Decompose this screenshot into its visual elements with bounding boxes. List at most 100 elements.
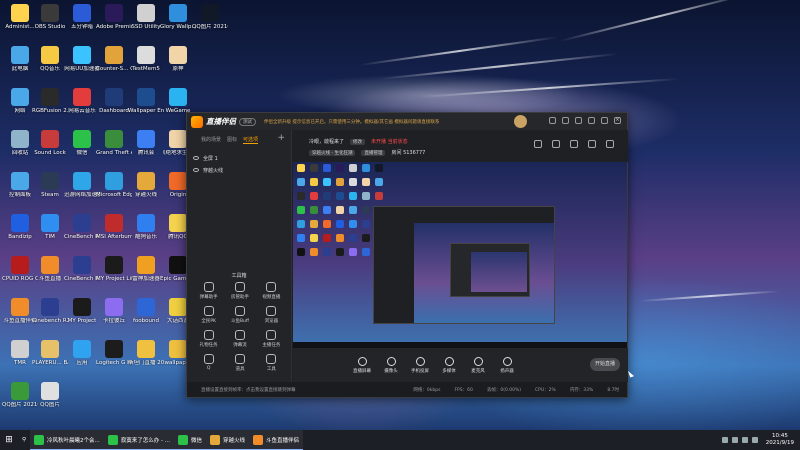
desktop-icon[interactable]: 穿越火线 <box>128 172 164 199</box>
start-live-button[interactable]: 开始直播 <box>590 358 620 371</box>
toolbox-item[interactable]: 礼物任务 <box>193 330 224 348</box>
toolbox-item[interactable]: 道具 <box>224 354 255 372</box>
desktop-icon[interactable]: 应用 <box>64 340 100 367</box>
desktop-icon[interactable]: MY Project Lifehunk <box>96 256 132 283</box>
desktop-icon[interactable]: Grand Theft Auto V <box>96 130 132 157</box>
taskbar-item[interactable]: 冷风秋叶晨曦2个会... <box>30 430 104 450</box>
desktop-icon[interactable]: Microsoft Edge <box>96 172 132 199</box>
toolbox-item[interactable]: 弹幕助手 <box>193 282 224 300</box>
notice-banner[interactable]: 伴侣全新升级 提示信息已开启，只需使用三分钟。模拟器/其它画 模拟器问题请直接联… <box>264 119 439 125</box>
desktop-icon[interactable]: TIM <box>32 214 68 241</box>
bell-icon[interactable] <box>588 140 596 148</box>
tab-options[interactable]: 可选项 <box>243 136 259 144</box>
desktop-icon[interactable]: Steam <box>32 172 68 199</box>
desktop-icon[interactable]: OBS Studio <box>32 4 68 31</box>
desktop-icon[interactable]: Sound Lock <box>32 130 68 157</box>
desktop-icon[interactable]: 微信 <box>64 130 100 157</box>
gift-icon[interactable] <box>570 140 578 148</box>
taskbar-item[interactable]: 寂寞来了怎么办 - ... <box>103 430 175 450</box>
toolbox-item[interactable]: 视频直播 <box>256 282 287 300</box>
toolbox-item[interactable]: 房管助手 <box>224 282 255 300</box>
streaming-app-window[interactable]: 直播伴侣 测试 伴侣全新升级 提示信息已开启，只需使用三分钟。模拟器/其它画 模… <box>186 112 628 398</box>
toolbox-item[interactable]: 主播任务 <box>256 330 287 348</box>
stream-preview[interactable] <box>293 162 627 348</box>
toolbox-item[interactable]: Q <box>193 354 224 372</box>
source-item[interactable]: 穿越火线 <box>187 164 291 176</box>
source-toolbar-button[interactable]: 麦克风 <box>465 356 491 374</box>
desktop-icon[interactable]: Logitech G HUB <box>96 340 132 367</box>
taskbar-item[interactable]: 斗鱼直播伴侣 <box>249 430 304 450</box>
windows-start-icon[interactable]: ⊞ <box>0 430 18 450</box>
volume-icon[interactable] <box>751 437 758 443</box>
clock[interactable]: 10:45 2021/9/19 <box>766 433 794 447</box>
desktop-icon[interactable]: 雷神加速器 <box>128 256 164 283</box>
category-selector[interactable]: 穿越火线 - 生化狂潮 <box>309 149 356 156</box>
desktop-icon[interactable]: 腾讯会 <box>128 130 164 157</box>
toolbox-item[interactable]: 全民PK <box>193 306 224 324</box>
desktop-icon[interactable]: 酷狗音乐 <box>128 214 164 241</box>
desktop-icon[interactable]: 斯坦门直播 2021 <box>128 340 164 367</box>
avatar[interactable] <box>514 115 527 128</box>
message-icon[interactable] <box>562 117 569 124</box>
add-scene-button[interactable]: + <box>277 133 285 143</box>
desktop-icon[interactable]: TestMem5 <box>128 46 164 73</box>
taskbar-item[interactable]: 微信 <box>174 430 207 450</box>
desktop-icon[interactable]: RGBFusion 2.0 <box>32 88 68 115</box>
desktop-icon[interactable]: Dashboard <box>96 88 132 115</box>
edit-button[interactable]: 修改 <box>350 138 366 145</box>
desktop-icon[interactable]: 卡拉彼丘 <box>96 298 132 325</box>
desktop-icon[interactable]: WeGame <box>160 88 196 115</box>
desktop-icon[interactable]: QQ图片 20210919... <box>192 4 228 31</box>
close-icon[interactable]: × <box>614 117 621 124</box>
desktop-icon[interactable]: 五分钟暗 <box>64 4 100 31</box>
network-icon[interactable] <box>741 437 748 443</box>
source-toolbar-button[interactable]: 手机投屏 <box>407 356 433 374</box>
share-icon[interactable] <box>534 140 542 148</box>
desktop-icon[interactable]: QQ音乐 <box>32 46 68 73</box>
desktop-icon[interactable]: Glory Wallp... <box>160 4 196 31</box>
source-toolbar-button[interactable]: 摄像头 <box>378 356 404 374</box>
minimize-icon[interactable] <box>588 117 595 124</box>
toolbox-item[interactable]: 斗鱼Buff <box>224 306 255 324</box>
toolbox-item[interactable]: 弹幕流 <box>224 330 255 348</box>
wechat-tray-icon[interactable] <box>731 437 738 443</box>
version-badge[interactable]: 测试 <box>239 117 256 126</box>
toolbox-item[interactable]: 工具 <box>256 354 287 372</box>
source-toolbar-button[interactable]: 多媒体 <box>436 356 462 374</box>
chevron-up-icon[interactable] <box>721 437 728 443</box>
desktop-icon[interactable]: foobound <box>128 298 164 325</box>
desktop-icon[interactable]: CineBench R20 <box>64 256 100 283</box>
settings-icon[interactable] <box>549 117 556 124</box>
status-message[interactable]: 直播设置直接到帧率：点击我设置直接跳到弹幕 <box>201 387 296 393</box>
room-manage-button[interactable]: 直播管理 <box>361 149 386 156</box>
tab-my-scenes[interactable]: 我的场景 <box>201 136 221 144</box>
source-toolbar-button[interactable]: 扬声器 <box>494 356 520 374</box>
app-titlebar[interactable]: 直播伴侣 测试 伴侣全新升级 提示信息已开启，只需使用三分钟。模拟器/其它画 模… <box>187 113 627 130</box>
desktop-icon[interactable]: Wallpaper Engine... <box>128 88 164 115</box>
user-icon[interactable] <box>606 140 614 148</box>
source-item[interactable]: 全屏 1 <box>187 152 291 164</box>
lock-icon[interactable] <box>552 140 560 148</box>
desktop-icon[interactable]: CineBench R15 <box>64 214 100 241</box>
taskbar-item[interactable]: 穿越火线 <box>206 430 250 450</box>
desktop-icon[interactable]: 斗鱼直播 <box>32 256 68 283</box>
desktop-icon[interactable]: Cinebench R23 <box>32 298 68 325</box>
tab-icons[interactable]: 图标 <box>227 136 237 144</box>
source-toolbar-button[interactable]: 直播屏幕 <box>349 356 375 374</box>
desktop-icon[interactable]: 原神 <box>160 46 196 73</box>
desktop-icon[interactable]: MY Project <box>64 298 100 325</box>
maximize-icon[interactable] <box>601 117 608 124</box>
desktop-icon[interactable]: Adobe Premie... <box>96 4 132 31</box>
eye-icon[interactable] <box>193 156 199 160</box>
desktop-icon[interactable]: Counter-S... Global Off... <box>96 46 132 73</box>
eye-icon[interactable] <box>193 168 199 172</box>
toolbox-item[interactable]: 浏览器 <box>256 306 287 324</box>
desktop-icon[interactable]: MSI Afterburner <box>96 214 132 241</box>
desktop-icon[interactable]: QQ图片 <box>32 382 68 409</box>
search-icon[interactable]: ⚲ <box>18 430 30 450</box>
desktop-icon[interactable]: 网易UU加速器 <box>64 46 100 73</box>
desktop-icon[interactable]: 迅游网络加速器 <box>64 172 100 199</box>
desktop-icon[interactable]: SSD Utility <box>128 4 164 31</box>
menu-icon[interactable] <box>575 117 582 124</box>
stream-title[interactable]: 冷眼，啟程来了 <box>309 138 344 145</box>
